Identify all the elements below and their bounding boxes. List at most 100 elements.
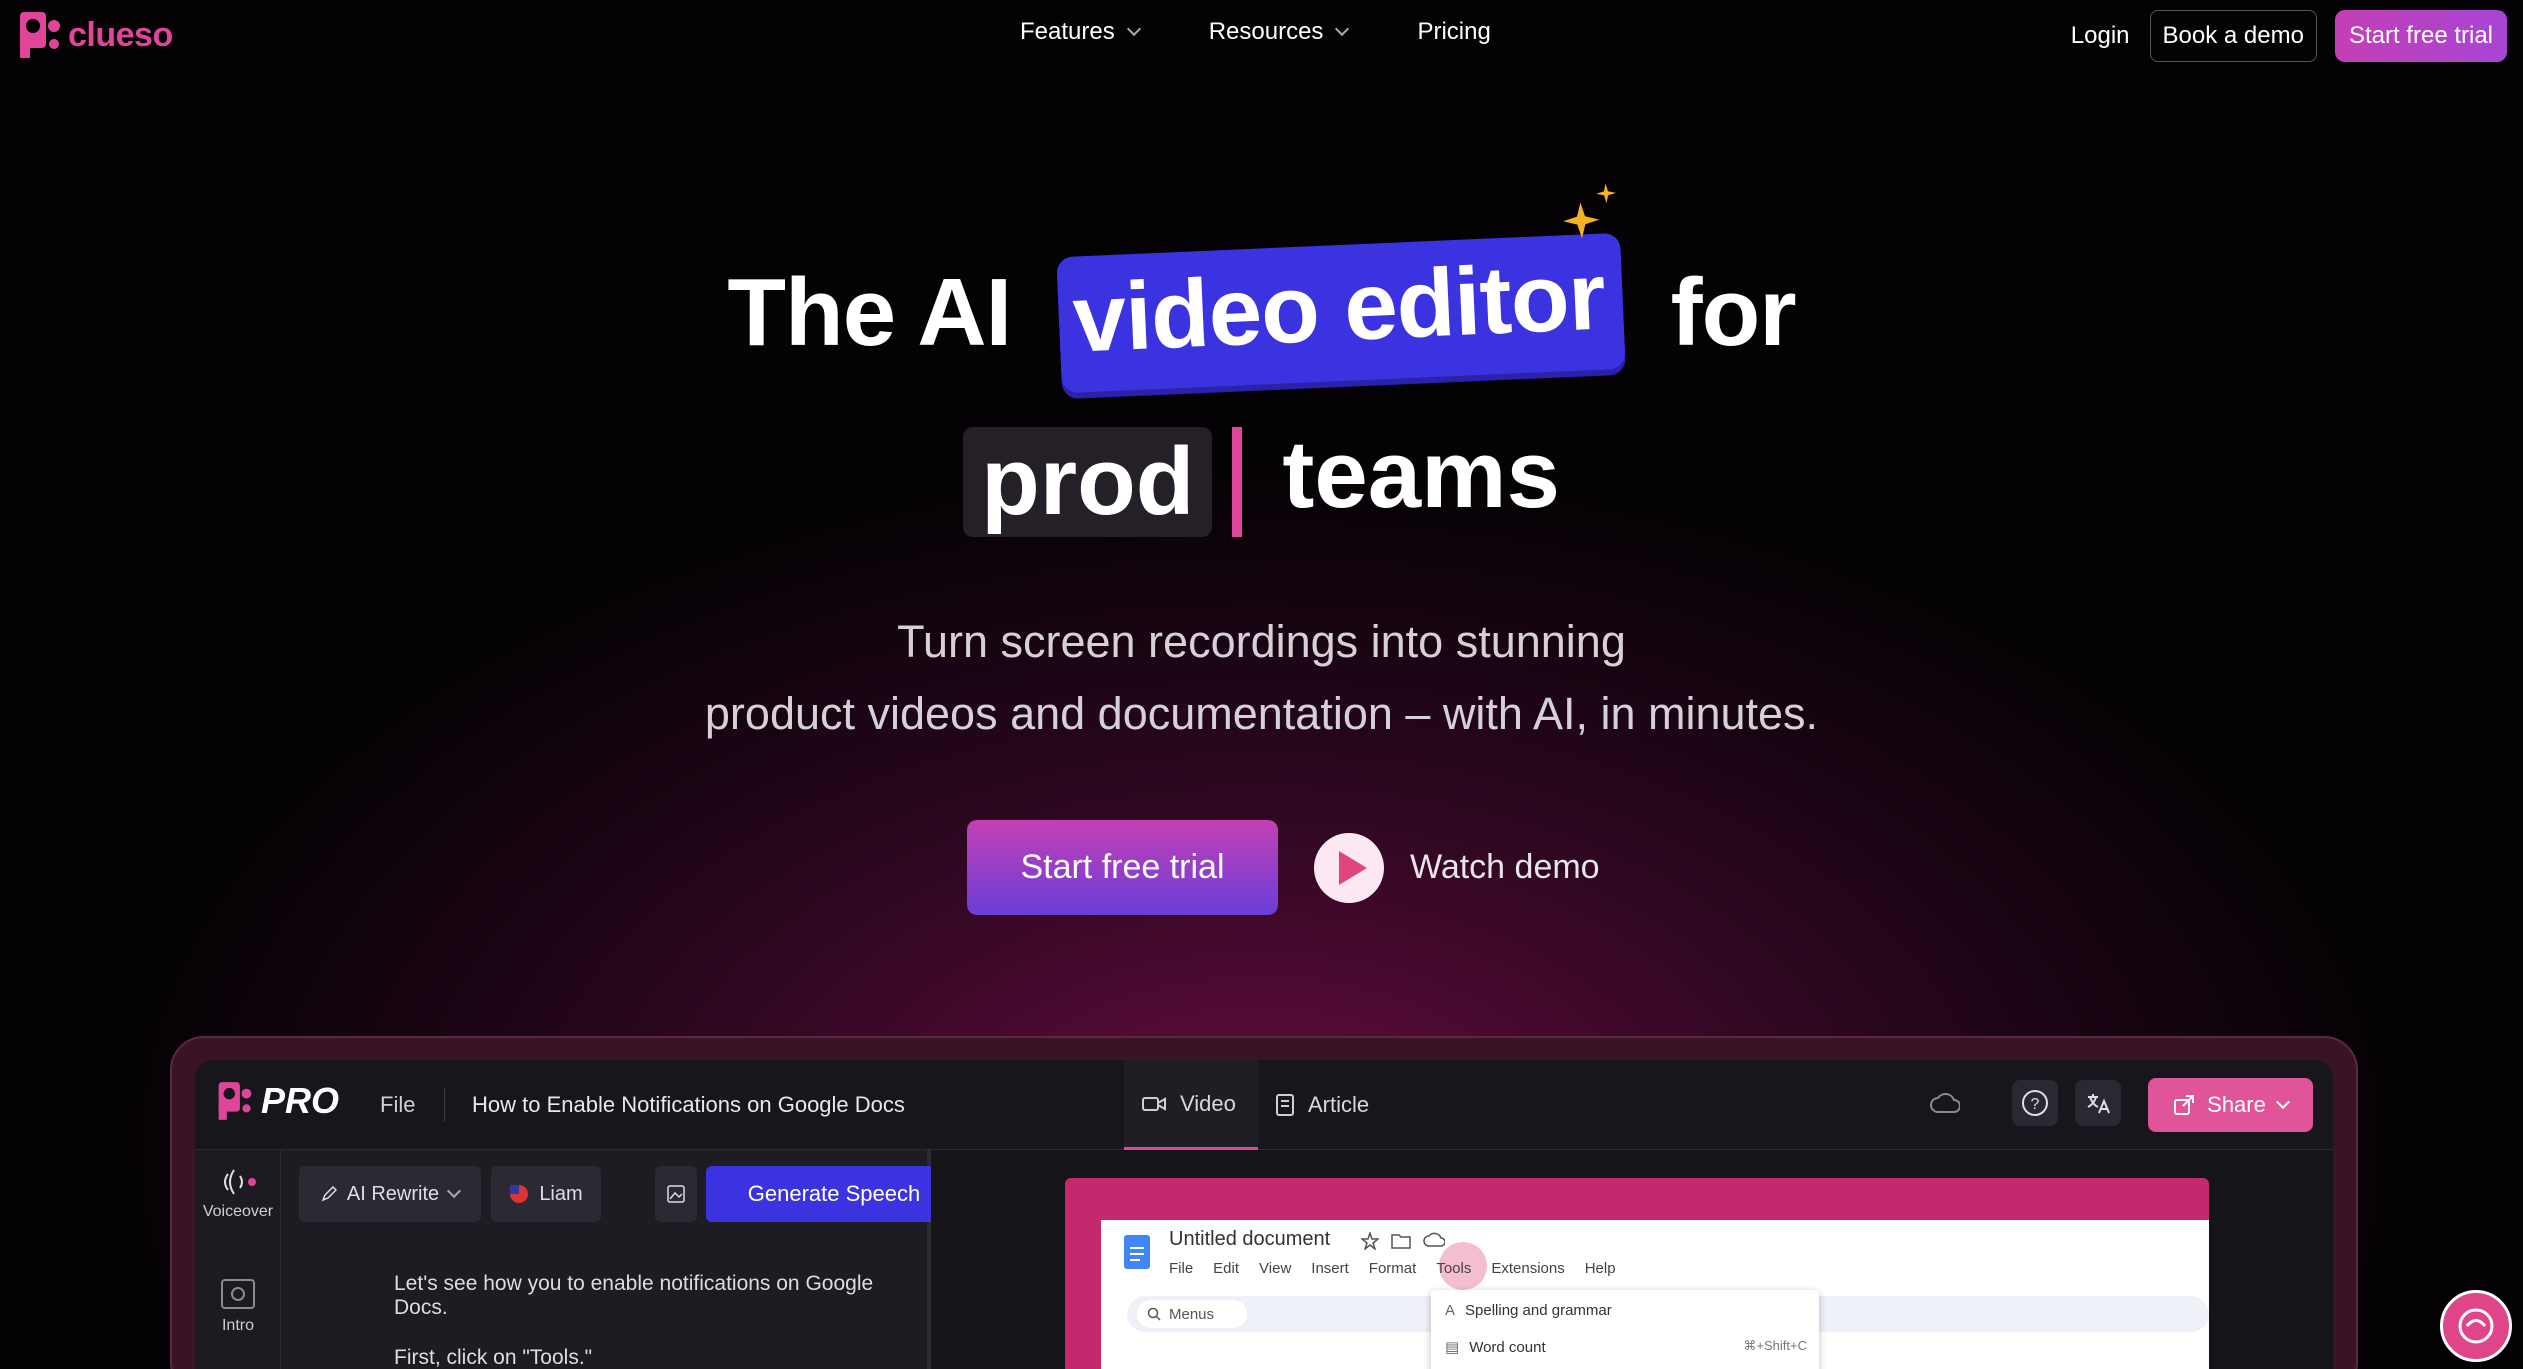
article-icon [1276, 1094, 1294, 1116]
doc-menu-item: Tools [1436, 1260, 1472, 1277]
share-label: Share [2207, 1092, 2266, 1117]
subheading-line2: product videos and documentation – with … [704, 688, 1819, 739]
tab-article[interactable]: Article [1258, 1060, 1387, 1150]
pen-icon [321, 1186, 337, 1202]
doc-menu-item: Help [1584, 1260, 1616, 1277]
preview-frame: Untitled document File Edit View Insert … [1065, 1178, 2209, 1369]
login-link[interactable]: Login [2071, 22, 2130, 50]
tab-video-label: Video [1180, 1090, 1236, 1116]
voice-select[interactable]: Liam [491, 1166, 601, 1222]
app-logo: PRO [217, 1080, 339, 1122]
heading-teams: teams [1282, 421, 1560, 528]
brand-logo[interactable]: clueso [18, 10, 173, 60]
main-menu: Features Resources Pricing [1020, 18, 1491, 46]
heading-prefix: The AI [727, 259, 1012, 366]
tab-video[interactable]: Video [1124, 1060, 1258, 1150]
app-sidebar: Voiceover Intro [195, 1150, 281, 1369]
sidebar-item-intro[interactable]: Intro [195, 1278, 281, 1335]
google-doc-screenshot: Untitled document File Edit View Insert … [1101, 1220, 2209, 1369]
nav-features-label: Features [1020, 18, 1115, 45]
heading-suffix: for [1670, 259, 1797, 366]
sidebar-item-voiceover[interactable]: Voiceover [195, 1166, 281, 1221]
sidebar-label-voiceover: Voiceover [202, 1203, 274, 1220]
hero-subheading: Turn screen recordings into stunning pro… [0, 606, 2523, 750]
doc-menu-item: Format [1368, 1260, 1417, 1277]
brand-name: clueso [68, 15, 173, 54]
svg-text:?: ? [2031, 1096, 2040, 1113]
doc-menu-bar: File Edit View Insert Format Tools Exten… [1169, 1260, 1616, 1277]
tab-article-label: Article [1308, 1092, 1370, 1117]
spellcheck-icon: A [1445, 1302, 1456, 1319]
dropdown-item: A Spelling and grammar [1445, 1302, 1612, 1319]
divider [444, 1088, 445, 1122]
generate-speech-button[interactable]: Generate Speech [706, 1166, 962, 1222]
app-preview: PRO File How to Enable Notifications on … [195, 1060, 2333, 1369]
top-navbar: clueso Features Resources Pricing Login … [0, 0, 2523, 72]
book-demo-button[interactable]: Book a demo [2149, 10, 2317, 62]
start-trial-nav-button[interactable]: Start free trial [2334, 10, 2507, 62]
heading-highlight-text: video editor [1070, 242, 1607, 373]
watch-demo-button[interactable]: Watch demo [1314, 832, 1600, 903]
cloud-icon [1423, 1232, 1445, 1247]
hero-heading-line1: The AI video editor for [0, 183, 2523, 394]
folder-icon [1391, 1234, 1411, 1249]
doc-menus-label: Menus [1169, 1305, 1215, 1323]
share-icon [2174, 1095, 2195, 1115]
nav-resources[interactable]: Resources [1208, 18, 1350, 46]
doc-menu-item: File [1169, 1260, 1194, 1277]
translate-icon [2087, 1094, 2110, 1114]
hero-heading-line2: prod teams [0, 420, 2523, 537]
video-icon [1142, 1096, 1166, 1111]
tools-dropdown: A Spelling and grammar ▤ Word count ⌘+Sh… [1431, 1290, 1819, 1369]
voiceover-icon [224, 1169, 256, 1195]
star-icon [1361, 1232, 1379, 1250]
dropdown-item-label: Spelling and grammar [1465, 1302, 1612, 1319]
clueso-logo-icon [20, 12, 60, 58]
file-menu[interactable]: File [380, 1092, 415, 1118]
chat-widget-button[interactable] [2440, 1290, 2512, 1362]
dropdown-item-label: Word count [1469, 1338, 1546, 1356]
dropdown-shortcut: ⌘+Shift+C [1743, 1338, 1807, 1353]
nav-pricing-label: Pricing [1417, 18, 1491, 45]
image-icon [667, 1185, 685, 1203]
nav-features[interactable]: Features [1020, 18, 1141, 46]
voice-label: Liam [539, 1182, 583, 1205]
sidebar-label-intro: Intro [221, 1317, 254, 1334]
script-panel: AI Rewrite Liam Generate Speech Let's se… [281, 1150, 962, 1369]
doc-menu-item: Edit [1213, 1260, 1240, 1277]
doc-name: Untitled document [1169, 1228, 1331, 1250]
share-button[interactable]: Share [2148, 1078, 2313, 1132]
play-icon [1314, 832, 1384, 903]
script-line[interactable]: First, click on "Tools." [394, 1346, 592, 1369]
dropdown-item: ▤ Word count [1445, 1338, 1546, 1357]
pro-badge: PRO [261, 1080, 340, 1121]
nav-pricing[interactable]: Pricing [1417, 18, 1490, 46]
translate-button[interactable] [2075, 1080, 2121, 1126]
doc-menu-item: Insert [1311, 1260, 1349, 1277]
typing-caret [1232, 426, 1243, 537]
hero-cta-row: Start free trial Watch demo [967, 820, 1600, 915]
doc-menus-search: Menus [1137, 1300, 1247, 1328]
project-title[interactable]: How to Enable Notifications on Google Do… [472, 1092, 905, 1118]
nav-resources-label: Resources [1208, 18, 1324, 45]
script-line[interactable]: Let's see how you to enable notification… [394, 1272, 927, 1320]
word-count-icon: ▤ [1445, 1339, 1460, 1356]
chevron-down-icon [2275, 1094, 2290, 1110]
insert-media-button[interactable] [655, 1166, 697, 1222]
help-button[interactable]: ? [2012, 1080, 2058, 1126]
watch-demo-label: Watch demo [1410, 848, 1600, 886]
clueso-logo-icon [218, 1082, 252, 1120]
intro-icon [221, 1279, 255, 1309]
sparkle-icon [1563, 183, 1616, 239]
subheading-line1: Turn screen recordings into stunning [897, 616, 1626, 667]
chevron-down-icon [1126, 21, 1141, 37]
search-icon [1147, 1307, 1161, 1321]
chevron-down-icon [1335, 21, 1350, 37]
start-trial-button[interactable]: Start free trial [967, 820, 1278, 915]
help-icon: ? [2022, 1090, 2048, 1116]
ai-rewrite-button[interactable]: AI Rewrite [299, 1166, 481, 1222]
doc-menu-item: View [1259, 1260, 1292, 1277]
chat-icon [2458, 1308, 2494, 1344]
cloud-icon[interactable] [1930, 1092, 1960, 1114]
heading-highlight: video editor [1056, 183, 1626, 394]
